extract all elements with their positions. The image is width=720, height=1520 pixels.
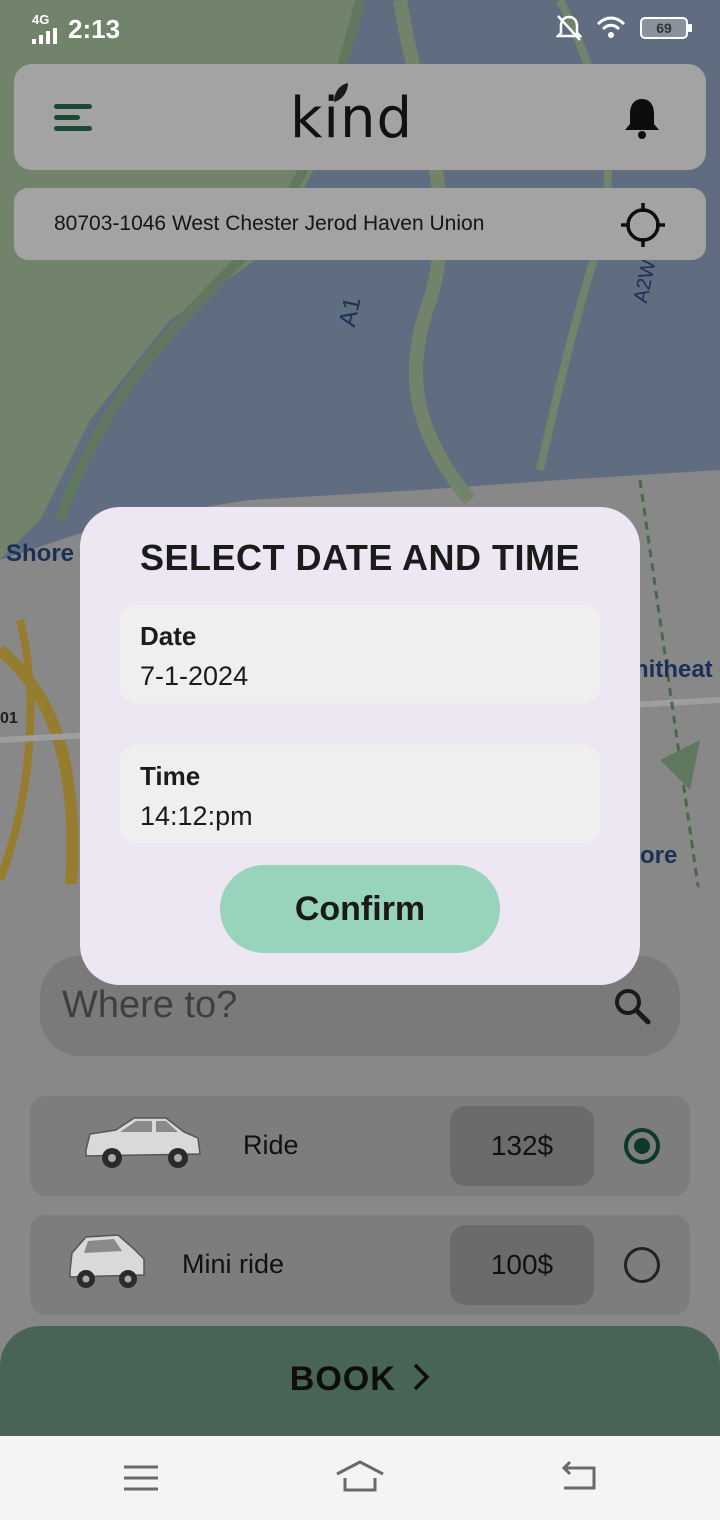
system-nav-bar: [0, 1436, 720, 1520]
date-field[interactable]: Date 7-1-2024: [120, 605, 600, 703]
confirm-button[interactable]: Confirm: [220, 865, 500, 953]
book-button[interactable]: BOOK: [0, 1326, 720, 1438]
search-input[interactable]: Where to?: [62, 984, 237, 1027]
radio-mini-ride[interactable]: [624, 1247, 660, 1283]
signal-icon: [32, 28, 57, 44]
option-label: Mini ride: [182, 1249, 285, 1279]
clock: 2:13: [68, 14, 121, 44]
dialog-title: SELECT DATE AND TIME: [140, 537, 580, 578]
book-label: BOOK: [289, 1360, 396, 1398]
price-badge: 132$: [450, 1106, 594, 1186]
ride-option-mini[interactable]: Mini ride 100$: [30, 1215, 690, 1315]
network-type: 4G: [32, 12, 50, 27]
wifi-icon: [596, 16, 626, 38]
address-bar[interactable]: 80703-1046 West Chester Jerod Haven Unio…: [14, 188, 706, 260]
date-label: Date: [140, 621, 197, 651]
radio-ride[interactable]: [624, 1128, 660, 1164]
leaf-icon: [334, 83, 348, 102]
search-icon[interactable]: [612, 986, 652, 1026]
menu-icon[interactable]: [54, 104, 92, 134]
chevron-right-icon: [413, 1363, 430, 1391]
sedan-car-icon: [85, 1117, 201, 1168]
home-icon[interactable]: [335, 1458, 385, 1498]
my-location-icon[interactable]: [620, 202, 666, 248]
time-field[interactable]: Time 14:12:pm: [120, 745, 600, 843]
price-badge: 100$: [450, 1225, 594, 1305]
battery-indicator: 69: [640, 17, 692, 39]
bell-icon[interactable]: [622, 96, 662, 140]
logo-text: kind: [290, 86, 414, 151]
network-indicator: 4G: [32, 12, 60, 44]
ride-option-ride[interactable]: Ride 132$: [30, 1096, 690, 1196]
notifications-off-icon: [556, 15, 582, 41]
status-bar: 4G 2:13 69: [0, 0, 720, 56]
battery-level: 69: [656, 20, 672, 36]
date-time-dialog: SELECT DATE AND TIME Date 7-1-2024 Time …: [80, 507, 640, 985]
option-label: Ride: [243, 1130, 299, 1160]
time-label: Time: [140, 761, 201, 791]
time-value[interactable]: 14:12:pm: [140, 801, 253, 832]
recent-apps-icon[interactable]: [116, 1458, 166, 1498]
mini-car-icon: [69, 1234, 145, 1288]
top-app-bar: kind: [14, 64, 706, 170]
current-address: 80703-1046 West Chester Jerod Haven Unio…: [54, 212, 485, 235]
date-value[interactable]: 7-1-2024: [140, 661, 248, 692]
app-logo: kind: [290, 83, 414, 151]
back-icon[interactable]: [554, 1458, 604, 1498]
